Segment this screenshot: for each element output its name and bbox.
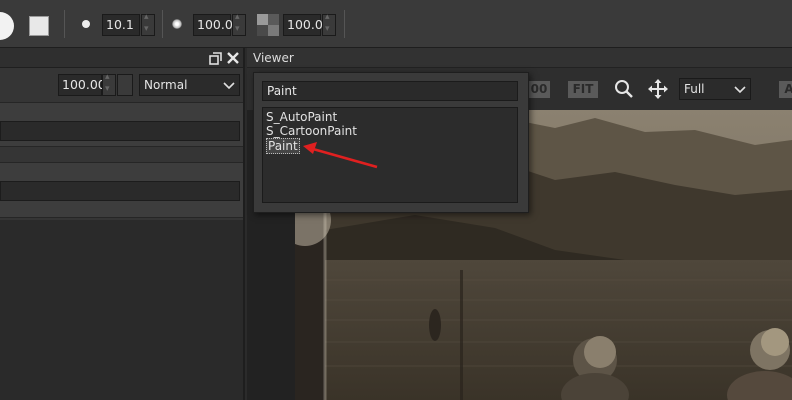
color-swatch-icon[interactable] <box>29 16 49 36</box>
layer-list-empty <box>0 220 243 400</box>
viewer-toolbar: 00 FIT Full A <box>528 70 792 110</box>
resolution-select[interactable]: Full <box>679 78 751 100</box>
annotation-arrow-icon <box>303 142 378 169</box>
brush-size-field[interactable]: 10.1 <box>102 14 140 36</box>
transparency-icon <box>257 14 279 36</box>
panel-header <box>0 48 243 68</box>
opacity-reset-button[interactable] <box>117 74 133 96</box>
move-icon[interactable] <box>648 79 668 99</box>
toolbar-divider <box>64 10 65 38</box>
layer-row[interactable] <box>0 162 243 218</box>
layer-name-field[interactable] <box>0 181 240 201</box>
search-result-item[interactable]: S_AutoPaint <box>266 110 337 124</box>
soft-brush-icon <box>172 19 182 29</box>
search-result-item[interactable]: S_CartoonPaint <box>266 124 357 138</box>
blend-mode-select[interactable]: Normal <box>139 74 240 96</box>
viewer-title: Viewer <box>253 51 294 65</box>
layer-opacity-field[interactable]: 100.00 <box>58 74 106 96</box>
layer-row[interactable] <box>0 102 243 147</box>
resolution-value: Full <box>684 82 705 96</box>
restore-window-icon[interactable] <box>207 49 223 67</box>
layer-opacity-stepper[interactable] <box>102 72 116 96</box>
transparency-stepper[interactable] <box>322 12 336 36</box>
layer-name-field[interactable] <box>0 121 240 141</box>
zoom-100-button[interactable]: 00 <box>528 81 550 98</box>
opacity-stepper[interactable] <box>232 12 246 36</box>
transparency-field[interactable]: 100.0 <box>283 14 323 36</box>
chevron-down-icon <box>223 75 235 97</box>
hard-brush-icon <box>82 20 90 28</box>
toolbar-divider <box>344 10 345 38</box>
toolbar-divider <box>162 10 163 38</box>
chevron-down-icon <box>734 79 746 101</box>
brush-circle-icon[interactable] <box>0 12 14 40</box>
top-toolbar: 10.1 100.0 100.0 <box>0 0 792 48</box>
blend-mode-value: Normal <box>144 78 188 92</box>
auto-button[interactable]: A <box>779 81 792 98</box>
node-search-input[interactable] <box>262 81 518 101</box>
viewer-title-bar: Viewer <box>247 48 792 68</box>
search-icon[interactable] <box>614 79 634 99</box>
opacity-field[interactable]: 100.0 <box>193 14 233 36</box>
close-icon[interactable] <box>225 49 241 67</box>
layers-panel: 100.00 Normal <box>0 48 245 400</box>
fit-button[interactable]: FIT <box>568 81 598 98</box>
brush-size-stepper[interactable] <box>141 12 155 36</box>
